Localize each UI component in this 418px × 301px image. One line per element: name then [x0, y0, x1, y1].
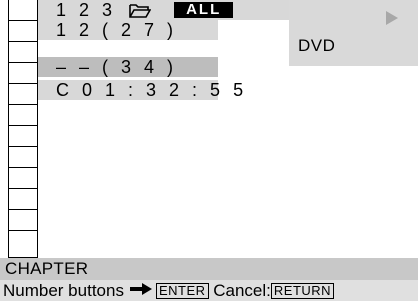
title-number: 1 2 3	[56, 0, 117, 20]
menu-slot[interactable]	[8, 147, 38, 168]
chapter-time-text: C 0 1 : 3 2 : 5 5	[56, 80, 248, 100]
chapter-input-text: – – ( 3 4 )	[56, 57, 178, 77]
menu-slot[interactable]	[8, 63, 38, 84]
menu-slot[interactable]	[8, 0, 38, 21]
status-label: CHAPTER	[5, 259, 89, 278]
chapter-input-row[interactable]: – – ( 3 4 )	[38, 57, 218, 77]
help-text: Number buttons ENTER Cancel: RETURN	[3, 280, 335, 301]
chapter-total-text: 1 2 ( 2 7 )	[56, 20, 178, 40]
menu-slot[interactable]	[8, 105, 38, 126]
title-row: 1 2 3 ALL	[38, 0, 289, 20]
arrow-right-icon	[129, 280, 152, 300]
menu-slot[interactable]	[8, 210, 38, 231]
menu-slot[interactable]	[8, 42, 38, 63]
time-row: C 0 1 : 3 2 : 5 5	[38, 80, 243, 100]
disc-type-label: DVD	[298, 36, 336, 55]
chapter-total-row: 1 2 ( 2 7 )	[38, 20, 218, 40]
help-prefix: Number buttons	[3, 281, 124, 300]
menu-slot[interactable]	[8, 84, 38, 105]
enter-key: ENTER	[155, 283, 209, 299]
cancel-label: Cancel:	[213, 281, 271, 300]
menu-slot[interactable]	[8, 126, 38, 147]
menu-slot[interactable]	[8, 231, 38, 258]
play-icon	[386, 11, 398, 25]
folder-icon	[129, 2, 152, 22]
return-key: RETURN	[270, 283, 335, 299]
repeat-all-badge: ALL	[174, 2, 234, 18]
menu-slot[interactable]	[8, 21, 38, 42]
playback-status-panel: DVD	[289, 0, 418, 66]
menu-slot[interactable]	[8, 168, 38, 189]
help-bar: Number buttons ENTER Cancel: RETURN	[0, 280, 418, 301]
menu-icon-column	[8, 0, 38, 258]
status-bar: CHAPTER	[0, 258, 418, 280]
menu-slot[interactable]	[8, 189, 38, 210]
